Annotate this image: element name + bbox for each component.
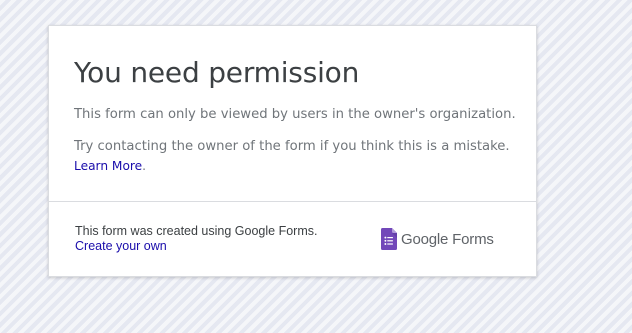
google-forms-icon	[381, 228, 397, 250]
contact-owner-message: Try contacting the owner of the form if …	[74, 139, 510, 154]
learn-more-link[interactable]: Learn More	[74, 159, 142, 173]
brand-forms-text: Forms	[452, 230, 494, 248]
learn-more-period: .	[142, 159, 147, 173]
organization-message: This form can only be viewed by users in…	[74, 107, 516, 122]
brand-google-text: Google	[401, 230, 449, 248]
created-with-text: This form was created using Google Forms…	[75, 224, 318, 238]
page-title: You need permission	[74, 56, 360, 89]
card-body: You need permission This form can only b…	[49, 26, 536, 202]
learn-more-row: Learn More.	[74, 159, 146, 173]
google-forms-logo[interactable]: Google Forms	[381, 227, 494, 251]
permission-card: You need permission This form can only b…	[48, 25, 537, 277]
create-your-own-link[interactable]: Create your own	[75, 239, 167, 253]
